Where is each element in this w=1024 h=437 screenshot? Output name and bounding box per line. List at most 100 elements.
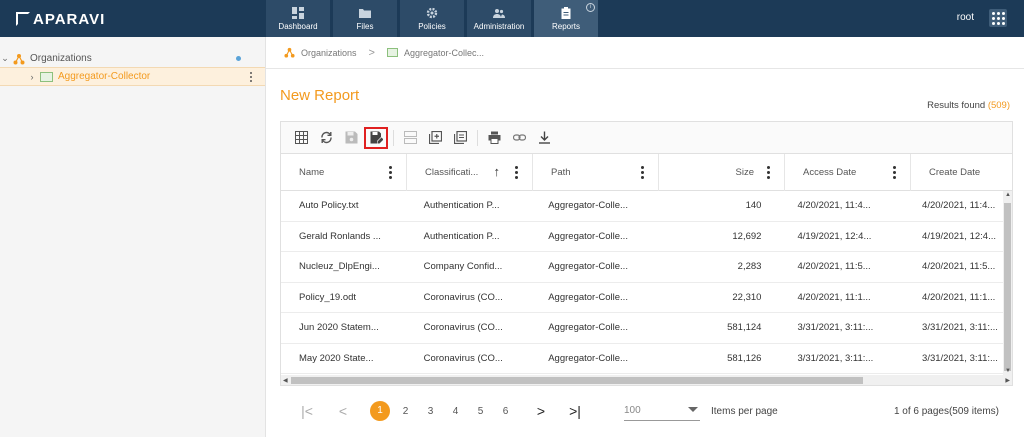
column-menu-icon[interactable] (893, 166, 896, 179)
table-body: Auto Policy.txt Authentication P... Aggreg… (281, 191, 1003, 375)
items-per-page-value: 100 (624, 405, 641, 416)
logo-mark-icon (16, 12, 30, 26)
column-header-size[interactable]: Size (659, 154, 785, 191)
items-per-page-label: Items per page (711, 406, 778, 417)
add-copy-button[interactable] (423, 127, 447, 149)
first-page-button[interactable]: |< (292, 403, 322, 419)
cell-name: Auto Policy.txt (299, 200, 359, 212)
column-header-access-date[interactable]: Access Date (785, 154, 911, 191)
cell-access-date: 4/20/2021, 11:5... (797, 261, 871, 273)
grid-toolbar (281, 122, 1012, 154)
cell-create-date: 3/31/2021, 3:11:... (922, 322, 998, 334)
cell-create-date: 4/20/2021, 11:5... (922, 261, 996, 273)
scroll-left-icon[interactable]: ◀ (283, 377, 288, 384)
split-button[interactable] (398, 127, 422, 149)
vertical-scroll-thumb[interactable] (1004, 203, 1011, 371)
page-2-button[interactable]: 2 (393, 406, 418, 417)
nav-policies[interactable]: Policies (400, 0, 464, 37)
download-icon (538, 131, 550, 144)
grid-icon (294, 131, 308, 144)
user-name[interactable]: root (957, 12, 974, 23)
nav-dashboard[interactable]: Dashboard (266, 0, 330, 37)
nav-administration[interactable]: Administration (467, 0, 531, 37)
tree-item-organizations[interactable]: ⌄ Organizations (0, 49, 265, 68)
prev-page-button[interactable]: < (328, 403, 358, 419)
dashboard-icon (292, 6, 304, 19)
sort-ascending-icon[interactable]: ↑ (494, 164, 501, 179)
copy-button[interactable] (448, 127, 472, 149)
column-header-create-date[interactable]: Create Date (911, 154, 1012, 191)
next-page-button[interactable]: > (526, 403, 556, 419)
table-row[interactable]: Nucleuz_DlpEngi... Company Confid... Aggre… (281, 252, 1003, 283)
page-5-button[interactable]: 5 (468, 406, 493, 417)
clipboard-icon (561, 6, 571, 19)
table-row[interactable]: Gerald Ronlands ... Authentication P... Ag… (281, 222, 1003, 252)
top-nav-bar: APARAVI Dashboard Files Policies Adminis… (0, 0, 1024, 37)
horizontal-scrollbar[interactable]: ◀ ▶ (281, 375, 1012, 385)
table-row[interactable]: Jun 2020 Statem... Coronavirus (CO... Aggr… (281, 313, 1003, 344)
cell-classification: Coronavirus (CO... (423, 352, 503, 364)
last-page-button[interactable]: >| (560, 403, 590, 419)
nav-files[interactable]: Files (333, 0, 397, 37)
table-row[interactable]: May 2020 State... Coronavirus (CO... Aggre… (281, 344, 1003, 374)
scroll-up-icon[interactable]: ▲ (1005, 192, 1011, 198)
horizontal-scroll-thumb[interactable] (291, 377, 863, 384)
page-6-button[interactable]: 6 (493, 406, 518, 417)
chevron-down-icon[interactable]: ⌄ (0, 53, 10, 64)
tree-item-organizations-label: Organizations (30, 53, 92, 64)
breadcrumb-collector[interactable]: Aggregator-Collec... (404, 48, 484, 58)
split-icon (403, 131, 417, 144)
page-3-button[interactable]: 3 (418, 406, 443, 417)
cell-size: 581,126 (727, 352, 762, 364)
cell-path: Aggregator-Colle... (548, 291, 628, 303)
refresh-button[interactable] (314, 127, 338, 149)
nav-reports[interactable]: Reports i (534, 0, 598, 37)
column-header-name[interactable]: Name (281, 154, 407, 191)
chevron-right-icon[interactable]: › (27, 72, 37, 82)
download-button[interactable] (532, 127, 556, 149)
column-menu-icon[interactable] (515, 166, 518, 179)
results-found: Results found (509) (927, 100, 1010, 111)
breadcrumb-organizations[interactable]: Organizations (301, 48, 357, 58)
table-row[interactable]: Policy_19.odt Coronavirus (CO... Aggregato… (281, 283, 1003, 313)
column-menu-icon[interactable] (767, 166, 770, 179)
grid-view-button[interactable] (289, 127, 313, 149)
aparavi-logo[interactable]: APARAVI (16, 10, 105, 28)
cell-classification: Authentication P... (423, 200, 500, 212)
main-content: Organizations > Aggregator-Collec... New… (266, 37, 1024, 437)
page-1-button[interactable]: 1 (370, 401, 390, 421)
apps-grid-icon[interactable] (989, 9, 1007, 27)
save-button[interactable] (339, 127, 363, 149)
column-header-classification[interactable]: Classificati... ↑ (407, 154, 533, 191)
page-4-button[interactable]: 4 (443, 406, 468, 417)
cell-size: 22,310 (732, 291, 762, 303)
info-icon[interactable]: i (586, 3, 595, 12)
cell-classification: Company Confid... (423, 261, 503, 273)
save-icon (345, 131, 357, 144)
scroll-down-icon[interactable]: ▼ (1005, 368, 1011, 374)
cell-create-date: 4/20/2021, 11:1... (922, 291, 996, 303)
table-row[interactable]: Auto Policy.txt Authentication P... Aggreg… (281, 191, 1003, 222)
items-per-page-select[interactable]: 100 (624, 401, 700, 421)
link-button[interactable] (507, 127, 531, 149)
print-button[interactable] (482, 127, 506, 149)
tree-item-aggregator-collector[interactable]: › Aggregator-Collector (0, 67, 265, 86)
column-header-label: Name (299, 167, 325, 178)
column-menu-icon[interactable] (389, 166, 392, 179)
table-header: Name Classificati... ↑ Path Size Access … (281, 154, 1012, 191)
status-dot-icon (236, 56, 241, 61)
save-as-button[interactable] (364, 126, 388, 149)
logo-text: APARAVI (33, 10, 106, 28)
vertical-scrollbar[interactable]: ▲ ▼ (1003, 191, 1012, 375)
column-header-path[interactable]: Path (533, 154, 659, 191)
refresh-icon (320, 131, 332, 144)
more-options-icon[interactable] (250, 71, 253, 82)
pagination: |< < 1 2 3 4 5 6 > >| 100 Items per page… (280, 395, 1013, 427)
print-icon (488, 131, 500, 144)
column-header-label: Path (551, 167, 571, 178)
nav-administration-label: Administration (473, 21, 525, 31)
users-icon (493, 8, 505, 18)
page-summary: 1 of 6 pages(509 items) (893, 406, 999, 417)
scroll-right-icon[interactable]: ▶ (1005, 377, 1010, 384)
column-menu-icon[interactable] (641, 166, 644, 179)
